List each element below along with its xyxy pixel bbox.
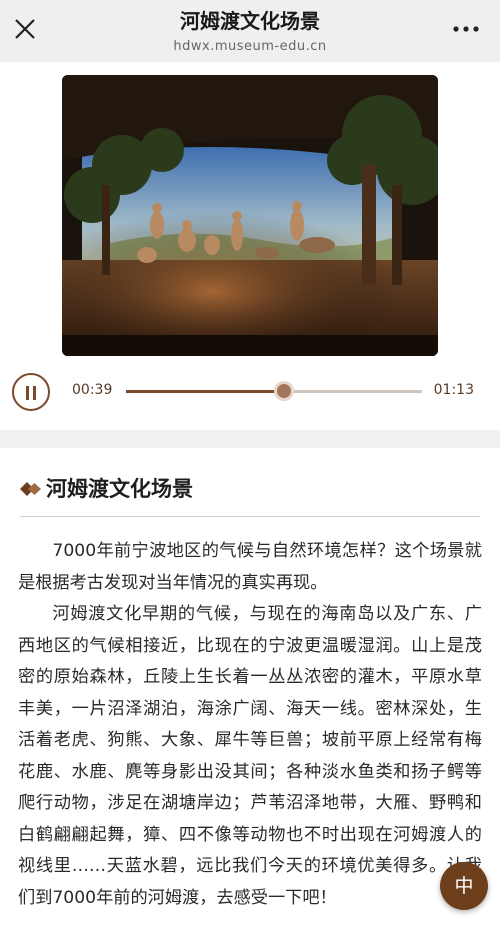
progress-knob[interactable] (274, 381, 295, 401)
section-separator (0, 430, 500, 448)
title-block: 河姆渡文化场景 hdwx.museum-edu.cn (80, 8, 420, 56)
total-time: 01:13 (433, 382, 474, 398)
article: 河姆渡文化场景 7000年前宁波地区的气候与自然环境怎样？这个场景就是根据考古发… (0, 448, 500, 939)
close-icon[interactable] (12, 16, 38, 42)
article-body: 7000年前宁波地区的气候与自然环境怎样？这个场景就是根据考古发现对当年情况的真… (18, 536, 482, 914)
top-bar: 河姆渡文化场景 hdwx.museum-edu.cn (0, 0, 500, 62)
page-url: hdwx.museum-edu.cn (173, 39, 327, 54)
divider (20, 516, 480, 517)
progress-fill (126, 390, 285, 393)
paragraph: 7000年前宁波地区的气候与自然环境怎样？这个场景就是根据考古发现对当年情况的真… (18, 541, 482, 593)
progress-track[interactable] (126, 381, 422, 401)
section-title: 河姆渡文化场景 (46, 477, 193, 501)
diorama-image (62, 75, 438, 356)
diamond-bullet-icon (20, 482, 41, 496)
exhibit-photo (62, 75, 438, 356)
player-controls: 00:39 01:13 (0, 367, 500, 419)
current-time: 00:39 (72, 382, 113, 398)
pause-button[interactable] (12, 373, 50, 411)
paragraph: 河姆渡文化早期的气候，与现在的海南岛以及广东、广西地区的气候相接近，比现在的宁波… (18, 604, 482, 908)
more-dots-icon[interactable] (452, 22, 480, 36)
language-toggle-button[interactable]: 中 (440, 862, 488, 910)
audio-player: 00:39 01:13 (0, 62, 500, 430)
pause-icon-bar (33, 386, 36, 400)
page-title: 河姆渡文化场景 (180, 9, 320, 33)
pause-icon (26, 386, 29, 400)
